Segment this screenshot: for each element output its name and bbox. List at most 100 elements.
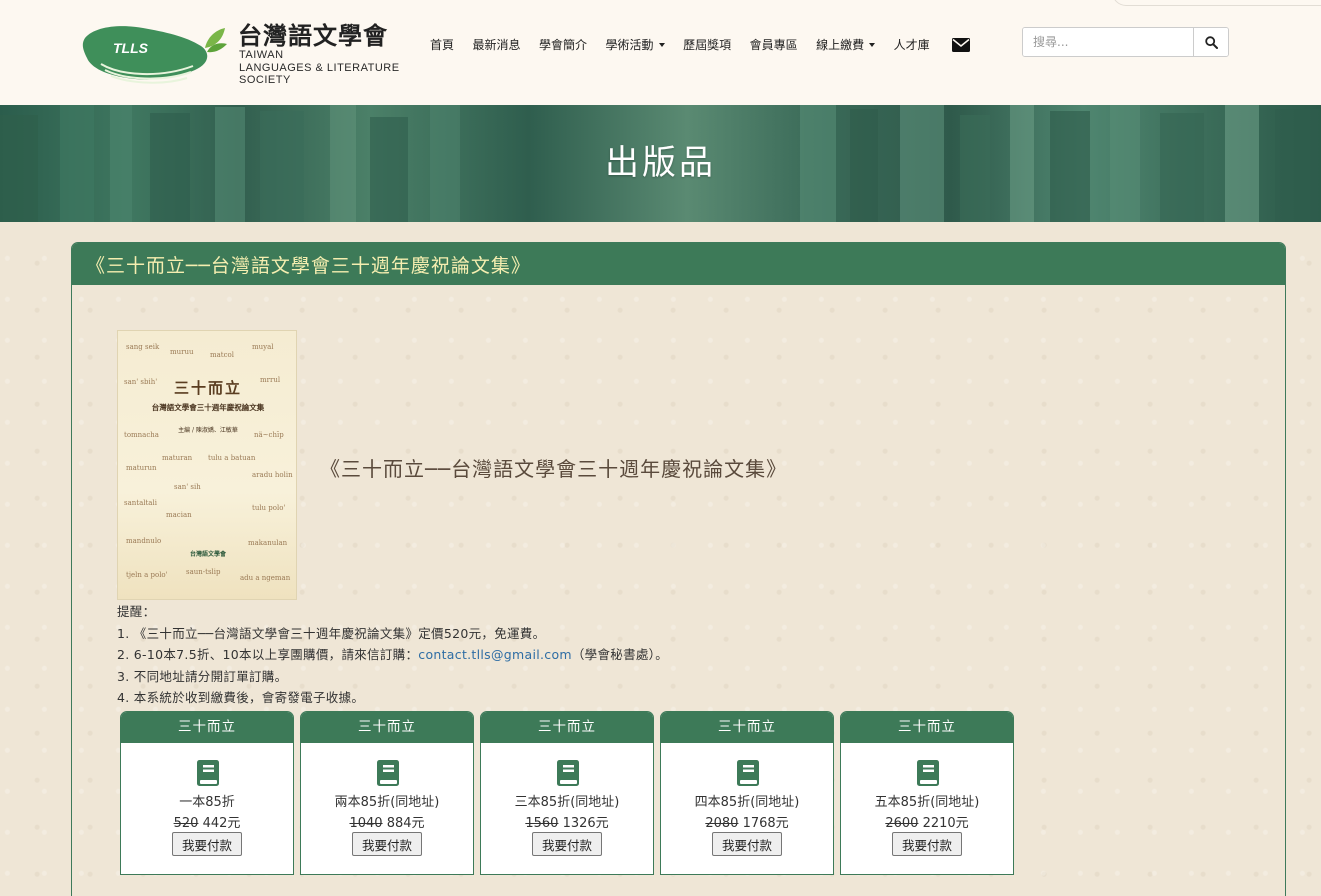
cover-word: maturun [126, 464, 157, 472]
price-cards: 三十而立 一本85折 520 442元 我要付款 三十而立 兩本85折(同地址)… [120, 711, 1020, 875]
reminder-notes: 提醒： 1. 《三十而立──台灣語文學會三十週年慶祝論文集》定價520元，免運費… [117, 601, 668, 709]
original-price: 520 [173, 816, 199, 831]
panel-title: 《三十而立──台灣語文學會三十週年慶祝論文集》 [86, 254, 531, 277]
book-icon [737, 760, 759, 786]
pay-button[interactable]: 我要付款 [532, 832, 602, 856]
search-button[interactable] [1193, 28, 1228, 56]
cover-word: macian [166, 511, 192, 519]
original-price: 1040 [349, 816, 383, 831]
nav-item-label: 線上繳費 [816, 38, 865, 52]
nav-item-online-payment[interactable]: 線上繳費 [816, 36, 876, 53]
card-header: 三十而立 [661, 712, 833, 743]
price-card: 三十而立 一本85折 520 442元 我要付款 [120, 711, 294, 875]
dropdown-caret-icon [869, 43, 876, 47]
nav-item-members[interactable]: 會員專區 [750, 36, 798, 53]
taiwan-map-logo-icon: TLLS [82, 26, 227, 84]
pay-button[interactable]: 我要付款 [352, 832, 422, 856]
nav-item-label: 人才庫 [893, 38, 930, 52]
note-line-group-order: 2. 6-10本7.5折、10本以上享團購價，請來信訂購：contact.tll… [117, 644, 668, 666]
cover-word: tjeln a polo' [126, 571, 168, 579]
cover-word: tulu polo' [252, 504, 286, 512]
price-card: 三十而立 四本85折(同地址) 2080 1768元 我要付款 [660, 711, 834, 875]
cover-word: tulu a batuan [208, 454, 256, 462]
book-icon [917, 760, 939, 786]
site-logo[interactable]: TLLS 台灣語文學會 TAIWAN LANGUAGES & LITERATUR… [81, 16, 411, 90]
card-header: 三十而立 [121, 712, 293, 743]
card-price: 520 442元 [121, 812, 293, 831]
search-box [1022, 27, 1229, 57]
card-price: 2600 2210元 [841, 812, 1013, 831]
card-header: 三十而立 [841, 712, 1013, 743]
card-price: 1040 884元 [301, 812, 473, 831]
cover-word: santaltali [124, 499, 157, 507]
nav-item-about[interactable]: 學會簡介 [539, 36, 587, 53]
price-card: 三十而立 兩本85折(同地址) 1040 884元 我要付款 [300, 711, 474, 875]
cover-word: san' sih [174, 483, 201, 491]
price-card: 三十而立 三本85折(同地址) 1560 1326元 我要付款 [480, 711, 654, 875]
panel-header: 《三十而立──台灣語文學會三十週年慶祝論文集》 [72, 243, 1285, 285]
search-input[interactable] [1023, 28, 1194, 56]
card-header: 三十而立 [301, 712, 473, 743]
nav-item-news[interactable]: 最新消息 [473, 36, 521, 53]
original-price: 2080 [705, 816, 739, 831]
card-label: 四本85折(同地址) [694, 795, 800, 810]
notes-heading: 提醒： [117, 604, 156, 619]
dropdown-caret-icon [658, 43, 665, 47]
card-header: 三十而立 [481, 712, 653, 743]
cover-word: muyal [252, 343, 274, 351]
main-nav: 首頁 最新消息 學會簡介 學術活動 歷屆獎項 會員專區 線上繳費 人才庫 [430, 36, 971, 53]
pay-button[interactable]: 我要付款 [712, 832, 782, 856]
pay-button[interactable]: 我要付款 [172, 832, 242, 856]
card-label: 一本85折 [179, 795, 235, 810]
sale-price: 2210元 [922, 816, 969, 831]
book-cover-image[interactable]: sang seik muruu matcol muyal san' sbih' … [117, 330, 297, 600]
cover-title: 三十而立 [173, 379, 242, 397]
nav-item-label: 學術活動 [605, 38, 654, 52]
envelope-icon[interactable] [952, 37, 971, 52]
note-line-text: 2. 6-10本7.5折、10本以上享團購價，請來信訂購： [117, 647, 419, 663]
header-corner-decoration [1112, 0, 1321, 6]
sale-price: 884元 [386, 816, 425, 831]
site-header: TLLS 台灣語文學會 TAIWAN LANGUAGES & LITERATUR… [0, 0, 1321, 105]
nav-item-home[interactable]: 首頁 [430, 36, 454, 53]
site-name-english-line: SOCIETY [239, 74, 291, 86]
cover-editor: 主編 / 陳淑嬌、江敏華 [178, 427, 238, 434]
cover-publisher: 台灣語文學會 [189, 551, 226, 558]
nav-item-label: 學會簡介 [539, 38, 588, 52]
nav-item-label: 歷屆獎項 [683, 38, 732, 52]
cover-word: saun-tslip [186, 568, 221, 576]
site-name-english: TAIWAN LANGUAGES & LITERATURE SOCIETY [239, 49, 414, 87]
page-banner: 出版品 [0, 105, 1321, 222]
note-line-text: （學會秘書處）。 [571, 647, 669, 663]
nav-item-label: 最新消息 [472, 38, 521, 52]
cover-word: adu a ngeman [240, 574, 291, 582]
site-name-english-line: TAIWAN [239, 49, 284, 61]
sale-price: 1768元 [742, 816, 789, 831]
nav-item-label: 會員專區 [749, 38, 798, 52]
note-line: 1. 《三十而立──台灣語文學會三十週年慶祝論文集》定價520元，免運費。 [117, 625, 546, 641]
nav-item-academic-activities[interactable]: 學術活動 [606, 36, 665, 53]
cover-word: matcol [210, 351, 234, 359]
card-price: 2080 1768元 [661, 812, 833, 831]
email-link[interactable]: contact.tlls@gmail.com [418, 647, 572, 662]
original-price: 2600 [885, 816, 919, 831]
logo-mark-text: TLLS [113, 40, 149, 56]
nav-item-talent-pool[interactable]: 人才庫 [894, 36, 930, 53]
note-line: 3. 不同地址請分開訂單訂購。 [117, 668, 288, 684]
card-label: 兩本85折(同地址) [334, 795, 440, 810]
price-card: 三十而立 五本85折(同地址) 2600 2210元 我要付款 [840, 711, 1014, 875]
pay-button[interactable]: 我要付款 [892, 832, 962, 856]
site-name-chinese: 台灣語文學會 [238, 22, 388, 50]
book-icon [557, 760, 579, 786]
nav-item-label: 首頁 [430, 38, 455, 52]
book-title-heading: 《三十而立──台灣語文學會三十週年慶祝論文集》 [320, 457, 788, 481]
cover-word: aradu holin [252, 471, 293, 479]
nav-item-awards[interactable]: 歷屆獎項 [683, 36, 731, 53]
card-label: 三本85折(同地址) [514, 795, 620, 810]
page-title: 出版品 [605, 143, 716, 183]
sale-price: 442元 [202, 816, 241, 831]
card-label: 五本85折(同地址) [874, 795, 980, 810]
cover-word: mandnulo [126, 537, 162, 545]
book-icon [197, 760, 219, 786]
cover-word: muruu [170, 348, 194, 356]
